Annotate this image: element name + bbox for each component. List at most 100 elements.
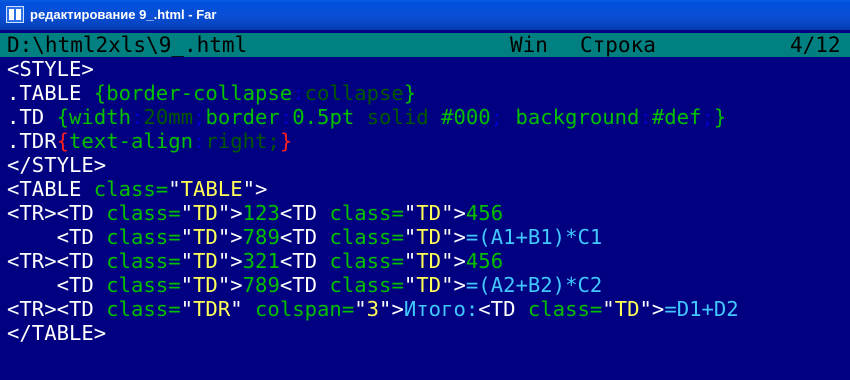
code-line[interactable]: .TD {width:20mm;border:0.5pt solid #000;… (7, 105, 739, 129)
code-token: " (180, 249, 194, 273)
window-title: редактирование 9_.html - Far (30, 7, 217, 22)
code-token: border-collapse (106, 81, 293, 105)
code-token: </TABLE> (7, 321, 107, 345)
code-token: " (230, 297, 256, 321)
code-token: 789 (242, 273, 280, 297)
code-token: " (403, 225, 417, 249)
code-token: " (180, 201, 194, 225)
code-token: { (93, 81, 107, 105)
code-token: <TD (7, 273, 107, 297)
code-token: <TD (279, 225, 330, 249)
code-token: class= (527, 297, 603, 321)
code-token: : (193, 129, 206, 153)
code-token: <TD (279, 201, 330, 225)
line-position: 4/12 (790, 33, 841, 57)
code-token: text-align (69, 129, 194, 153)
code-token: ; (701, 105, 714, 129)
code-token: TD (193, 225, 218, 249)
code-token: : (131, 105, 144, 129)
code-token: "> (441, 201, 466, 225)
code-token: <TR><TD (7, 201, 107, 225)
code-token: " (403, 273, 417, 297)
code-line[interactable]: <TR><TD class="TDR" colspan="3">Итого:<T… (7, 297, 739, 321)
code-token: " (180, 273, 194, 297)
code-token: " (602, 297, 615, 321)
code-token: "> (441, 249, 466, 273)
code-token: TD (193, 249, 218, 273)
code-token: #def (651, 105, 702, 129)
code-line[interactable]: <TD class="TD">789<TD class="TD">=(A2+B2… (7, 273, 739, 297)
code-token: } (403, 81, 417, 105)
code-token: " (180, 297, 194, 321)
code-token: "> (242, 177, 268, 201)
code-token: <TD (279, 249, 330, 273)
code-token: { (56, 129, 70, 153)
code-token: TD (416, 273, 442, 297)
code-token: Итого: (403, 297, 479, 321)
code-line[interactable]: .TABLE {border-collapse:collapse} (7, 81, 739, 105)
code-token: "> (639, 297, 665, 321)
code-token: "> (217, 225, 243, 249)
code-line[interactable]: .TDR{text-align:right;} (7, 129, 739, 153)
code-token: ; (267, 129, 280, 153)
code-token: width (69, 105, 132, 129)
code-token: <TR><TD (7, 249, 107, 273)
code-token: =(A2+B2)*C2 (465, 273, 603, 297)
code-token: : (279, 105, 293, 129)
code-token: <TR><TD (7, 297, 107, 321)
code-token: "> (379, 297, 404, 321)
far-editor-window: редактирование 9_.html - Far D:\html2xls… (0, 0, 850, 380)
code-token: TDR (193, 297, 231, 321)
code-token: TD (416, 201, 442, 225)
code-token: } (713, 105, 727, 129)
code-line[interactable]: <TABLE class="TABLE"> (7, 177, 739, 201)
code-token: ; (193, 105, 206, 129)
code-token: 789 (242, 225, 280, 249)
code-token: </STYLE> (7, 153, 107, 177)
code-token: " (403, 201, 417, 225)
code-token: " (180, 225, 194, 249)
editor-status-bar: D:\html2xls\9_.html Win Строка 4/12 (0, 33, 850, 57)
code-token: "> (217, 249, 243, 273)
code-line[interactable]: <TD class="TD">789<TD class="TD">=(A1+B1… (7, 225, 739, 249)
code-token: class= (106, 249, 181, 273)
code-token: TD (193, 273, 218, 297)
code-token: class= (106, 273, 181, 297)
code-token: TD (614, 297, 640, 321)
code-line[interactable]: <STYLE> (7, 57, 739, 81)
file-path: D:\html2xls\9_.html (7, 33, 248, 57)
far-manager-icon (6, 6, 24, 23)
code-editor[interactable]: <STYLE> .TABLE {border-collapse:collapse}… (7, 57, 739, 345)
code-token: 123 (242, 201, 280, 225)
code-token: #000 (428, 105, 491, 129)
code-line[interactable]: <TR><TD class="TD">123<TD class="TD">456 (7, 201, 739, 225)
title-bar[interactable]: редактирование 9_.html - Far (0, 0, 850, 30)
code-token: class= (106, 297, 181, 321)
code-token: 20mm (143, 105, 194, 129)
code-token: <TD (478, 297, 528, 321)
code-token: <STYLE> (7, 57, 94, 81)
code-token: 0.5pt (292, 105, 367, 129)
code-token: .TDR (7, 129, 57, 153)
code-token: class= (329, 201, 404, 225)
code-token: TD (416, 225, 442, 249)
code-token: class= (106, 225, 181, 249)
code-token: .TABLE (7, 81, 94, 105)
code-line[interactable]: </TABLE> (7, 321, 739, 345)
code-token: TD (416, 249, 442, 273)
code-token: " (354, 297, 367, 321)
code-line[interactable]: <TR><TD class="TD">321<TD class="TD">456 (7, 249, 739, 273)
code-token: collapse (304, 81, 404, 105)
code-token: } (279, 129, 293, 153)
encoding-label: Win (510, 33, 548, 57)
code-line[interactable]: </STYLE> (7, 153, 739, 177)
code-token: TABLE (180, 177, 243, 201)
code-token: " (403, 249, 417, 273)
code-token: class= (93, 177, 169, 201)
code-token: "> (217, 273, 243, 297)
code-token: 3 (366, 297, 380, 321)
code-token: background (503, 105, 640, 129)
code-token: class= (106, 201, 181, 225)
code-token: class= (329, 249, 404, 273)
code-token: right (205, 129, 268, 153)
